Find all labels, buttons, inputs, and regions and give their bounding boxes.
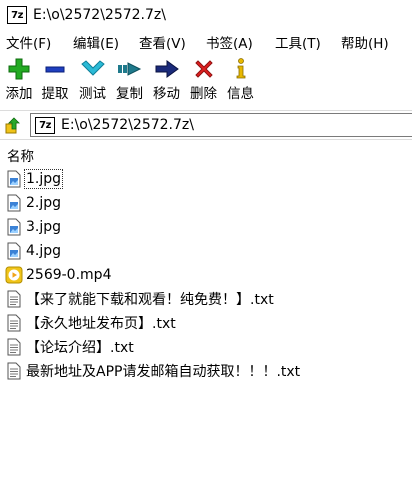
image-file-icon <box>5 169 23 189</box>
add-label: 添加 <box>5 86 33 102</box>
extract-icon <box>41 56 69 82</box>
menu-file[interactable]: 文件(F) <box>6 32 73 52</box>
image-file-icon <box>5 193 23 213</box>
copy-icon <box>116 56 144 82</box>
7zip-archive-icon: 7z <box>35 116 55 134</box>
file-name: 2.jpg <box>26 195 62 211</box>
move-button[interactable]: 移动 <box>148 56 185 104</box>
7zip-app-icon: 7z <box>7 6 27 24</box>
address-bar: 7z E:\o\2572\2572.7z\ <box>0 110 412 140</box>
delete-label: 删除 <box>190 86 217 102</box>
text-file-icon <box>5 337 23 357</box>
extract-label: 提取 <box>41 86 69 102</box>
list-item[interactable]: 3.jpg <box>0 215 412 239</box>
folder-up-icon <box>5 117 20 134</box>
add-button[interactable]: 添加 <box>2 56 36 104</box>
info-icon <box>227 56 255 82</box>
delete-button[interactable]: 删除 <box>185 56 222 104</box>
copy-button[interactable]: 复制 <box>111 56 148 104</box>
column-header-name[interactable]: 名称 <box>0 145 412 165</box>
folder-up-button[interactable] <box>0 112 26 138</box>
text-file-icon <box>5 361 23 381</box>
test-button[interactable]: 测试 <box>74 56 111 104</box>
menu-help[interactable]: 帮助(H) <box>341 32 411 52</box>
title-bar: 7z E:\o\2572\2572.7z\ <box>0 0 412 30</box>
info-button[interactable]: 信息 <box>222 56 259 104</box>
menu-tools[interactable]: 工具(T) <box>275 32 341 52</box>
menu-bar: 文件(F) 编辑(E) 查看(V) 书签(A) 工具(T) 帮助(H) <box>0 30 412 54</box>
file-name: 最新地址及APP请发邮箱自动获取！！！.txt <box>26 364 301 380</box>
file-name: 2569-0.mp4 <box>26 267 112 283</box>
file-name: 1.jpg <box>23 169 64 189</box>
extract-button[interactable]: 提取 <box>36 56 74 104</box>
list-item[interactable]: 【论坛介绍】.txt <box>0 335 412 359</box>
delete-icon <box>190 56 218 82</box>
list-item[interactable]: 2.jpg <box>0 191 412 215</box>
menu-bookmarks[interactable]: 书签(A) <box>206 32 275 52</box>
test-icon <box>79 56 107 82</box>
list-item[interactable]: 1.jpg <box>0 167 412 191</box>
image-file-icon <box>5 217 23 237</box>
file-list: 1.jpg 2.jpg 3.jpg 4.jpg 2569-0.mp4 【来了就能… <box>0 167 412 383</box>
info-label: 信息 <box>227 86 254 102</box>
add-icon <box>5 56 33 82</box>
address-input[interactable]: 7z E:\o\2572\2572.7z\ <box>30 113 412 137</box>
address-path: E:\o\2572\2572.7z\ <box>61 117 194 133</box>
list-item[interactable]: 最新地址及APP请发邮箱自动获取！！！.txt <box>0 359 412 383</box>
list-item[interactable]: 4.jpg <box>0 239 412 263</box>
test-label: 测试 <box>79 86 106 102</box>
file-name: 【来了就能下载和观看！纯免费！】.txt <box>26 292 274 308</box>
image-file-icon <box>5 241 23 261</box>
text-file-icon <box>5 313 23 333</box>
list-item[interactable]: 【永久地址发布页】.txt <box>0 311 412 335</box>
move-label: 移动 <box>153 86 180 102</box>
video-file-icon <box>5 265 23 285</box>
file-name: 3.jpg <box>26 219 62 235</box>
file-name: 【论坛介绍】.txt <box>26 340 134 356</box>
file-name: 4.jpg <box>26 243 62 259</box>
list-item[interactable]: 【来了就能下载和观看！纯免费！】.txt <box>0 287 412 311</box>
move-icon <box>153 56 181 82</box>
text-file-icon <box>5 289 23 309</box>
menu-edit[interactable]: 编辑(E) <box>73 32 139 52</box>
copy-label: 复制 <box>116 86 143 102</box>
toolbar: 添加 提取 测试 复制 移动 删除 信息 <box>0 56 412 104</box>
menu-view[interactable]: 查看(V) <box>139 32 206 52</box>
column-name-label: 名称 <box>7 149 34 165</box>
list-item[interactable]: 2569-0.mp4 <box>0 263 412 287</box>
file-name: 【永久地址发布页】.txt <box>26 316 176 332</box>
window-title: E:\o\2572\2572.7z\ <box>33 7 166 23</box>
